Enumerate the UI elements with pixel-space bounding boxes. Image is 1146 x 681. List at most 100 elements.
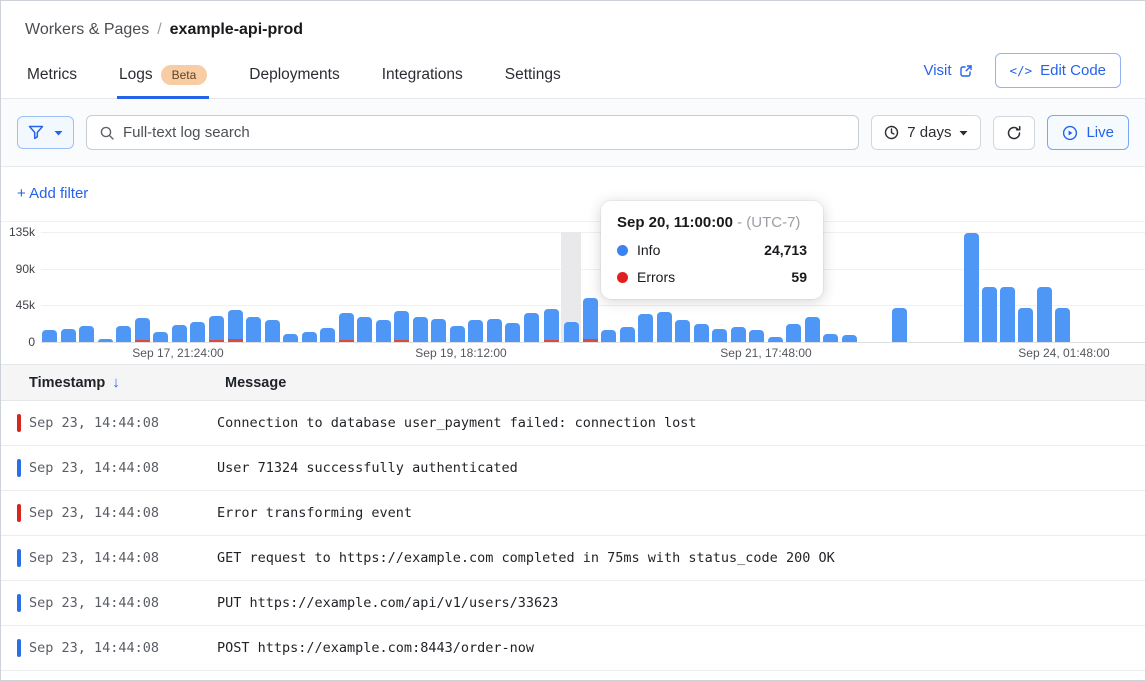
log-row[interactable]: Sep 23, 14:44:08 User 71324 successfully… <box>1 446 1145 491</box>
chart-bar[interactable] <box>505 323 520 342</box>
chart-bar[interactable] <box>487 319 502 342</box>
chart-bar[interactable] <box>320 328 335 342</box>
chart-bar[interactable] <box>823 334 838 342</box>
chart-bar[interactable] <box>842 335 857 342</box>
errors-dot-icon <box>617 272 628 283</box>
chart-bar[interactable] <box>302 332 317 342</box>
chart-bar[interactable] <box>135 318 150 342</box>
chart-bar[interactable] <box>357 317 372 342</box>
chart-bar[interactable] <box>638 314 653 342</box>
log-table: Timestamp ↓ Message Sep 23, 14:44:08 Con… <box>1 364 1145 671</box>
time-range-value: 7 days <box>907 124 951 141</box>
refresh-button[interactable] <box>993 116 1035 150</box>
chart-bar[interactable] <box>116 326 131 342</box>
log-row[interactable]: Sep 23, 14:44:08 POST https://example.co… <box>1 626 1145 671</box>
chart-bar[interactable] <box>1055 308 1070 342</box>
chart-bar[interactable] <box>190 322 205 342</box>
chart-bar[interactable] <box>209 316 224 342</box>
page-title: example-api-prod <box>170 21 303 38</box>
chart-bar[interactable] <box>172 325 187 342</box>
log-row[interactable]: Sep 23, 14:44:08 Error transforming even… <box>1 491 1145 536</box>
y-tick-label: 0 <box>1 335 35 349</box>
tooltip-series-label: Info <box>637 242 660 258</box>
chart-bar[interactable] <box>1018 308 1033 342</box>
log-row[interactable]: Sep 23, 14:44:08 Connection to database … <box>1 401 1145 446</box>
chart-bar[interactable] <box>283 334 298 342</box>
tab-logs[interactable]: Logs Beta <box>117 55 209 98</box>
y-tick-label: 45k <box>1 298 35 312</box>
chart-bar[interactable] <box>964 233 979 342</box>
tab-label: Deployments <box>249 66 339 84</box>
chart-bar[interactable] <box>468 320 483 342</box>
chart-bar[interactable] <box>153 332 168 342</box>
live-label: Live <box>1086 124 1114 141</box>
chart-bar[interactable] <box>694 324 709 342</box>
chart-bar-error-segment <box>544 340 559 342</box>
chart-bar[interactable] <box>79 326 94 342</box>
y-tick-label: 135k <box>1 225 35 239</box>
chart-bar[interactable] <box>450 326 465 342</box>
chart-bar[interactable] <box>544 309 559 342</box>
chart-bar[interactable] <box>246 317 261 342</box>
search-box[interactable] <box>86 115 859 150</box>
chart-bar[interactable] <box>228 310 243 342</box>
log-timestamp: Sep 23, 14:44:08 <box>21 595 217 611</box>
x-tick-label: Sep 24, 01:48:00 <box>1018 346 1109 360</box>
chart-bar[interactable] <box>892 308 907 342</box>
table-body: Sep 23, 14:44:08 Connection to database … <box>1 401 1145 671</box>
visit-link[interactable]: Visit <box>923 62 972 79</box>
x-tick-label: Sep 19, 18:12:00 <box>415 346 506 360</box>
log-message: PUT https://example.com/api/v1/users/336… <box>217 595 558 611</box>
chart-bar[interactable] <box>394 311 409 342</box>
chart-bar[interactable] <box>61 329 76 342</box>
chart-bar[interactable] <box>657 312 672 342</box>
gridline <box>41 232 1145 233</box>
log-row[interactable]: Sep 23, 14:44:08 GET request to https://… <box>1 536 1145 581</box>
chart-bar[interactable] <box>265 320 280 342</box>
filter-menu-button[interactable] <box>17 116 74 149</box>
chart-bar[interactable] <box>339 313 354 342</box>
search-input[interactable] <box>123 124 846 141</box>
chart-bar[interactable] <box>1000 287 1015 342</box>
chart-bar[interactable] <box>675 320 690 342</box>
time-range-dropdown[interactable]: 7 days <box>871 115 981 150</box>
x-tick-label: Sep 17, 21:24:00 <box>132 346 223 360</box>
chart-bar[interactable] <box>564 322 579 342</box>
tab-metrics[interactable]: Metrics <box>25 55 79 98</box>
log-message: User 71324 successfully authenticated <box>217 460 518 476</box>
refresh-icon <box>1006 125 1022 141</box>
chart-bar[interactable] <box>42 330 57 342</box>
chart-bar[interactable] <box>731 327 746 342</box>
breadcrumb-parent[interactable]: Workers & Pages <box>25 21 149 38</box>
tab-integrations[interactable]: Integrations <box>380 55 465 98</box>
chart-bar[interactable] <box>786 324 801 342</box>
sort-descending-icon[interactable]: ↓ <box>112 374 120 391</box>
chart-bar[interactable] <box>413 317 428 342</box>
chart-bar[interactable] <box>1037 287 1052 342</box>
chart-bar[interactable] <box>749 330 764 342</box>
chart-bar[interactable] <box>620 327 635 342</box>
tab-settings[interactable]: Settings <box>503 55 563 98</box>
tooltip-title: Sep 20, 11:00:00 - (UTC-7) <box>617 214 807 231</box>
chart-bar[interactable] <box>524 313 539 342</box>
chart-bar[interactable] <box>712 329 727 342</box>
chart-bar[interactable] <box>376 320 391 342</box>
chart-plot: Sep 17, 21:24:00Sep 19, 18:12:00Sep 21, … <box>41 232 1145 342</box>
chart-bar[interactable] <box>431 319 446 342</box>
tab-deployments[interactable]: Deployments <box>247 55 341 98</box>
chart-bar[interactable] <box>982 287 997 342</box>
add-filter-button[interactable]: + Add filter <box>17 185 88 202</box>
chart-bar[interactable] <box>98 339 113 342</box>
chevron-down-icon <box>959 130 968 136</box>
chart-bar[interactable] <box>583 298 598 342</box>
chart-bar[interactable] <box>805 317 820 342</box>
chart-bar[interactable] <box>601 330 616 342</box>
live-button[interactable]: Live <box>1047 115 1129 150</box>
tooltip-row-errors: Errors 59 <box>617 269 807 285</box>
column-header-timestamp[interactable]: Timestamp ↓ <box>1 374 225 391</box>
log-row[interactable]: Sep 23, 14:44:08 PUT https://example.com… <box>1 581 1145 626</box>
edit-code-button[interactable]: </> Edit Code <box>995 53 1121 88</box>
tooltip-timezone: - (UTC-7) <box>737 214 800 231</box>
chart-bar[interactable] <box>768 337 783 342</box>
visit-label: Visit <box>923 62 951 79</box>
